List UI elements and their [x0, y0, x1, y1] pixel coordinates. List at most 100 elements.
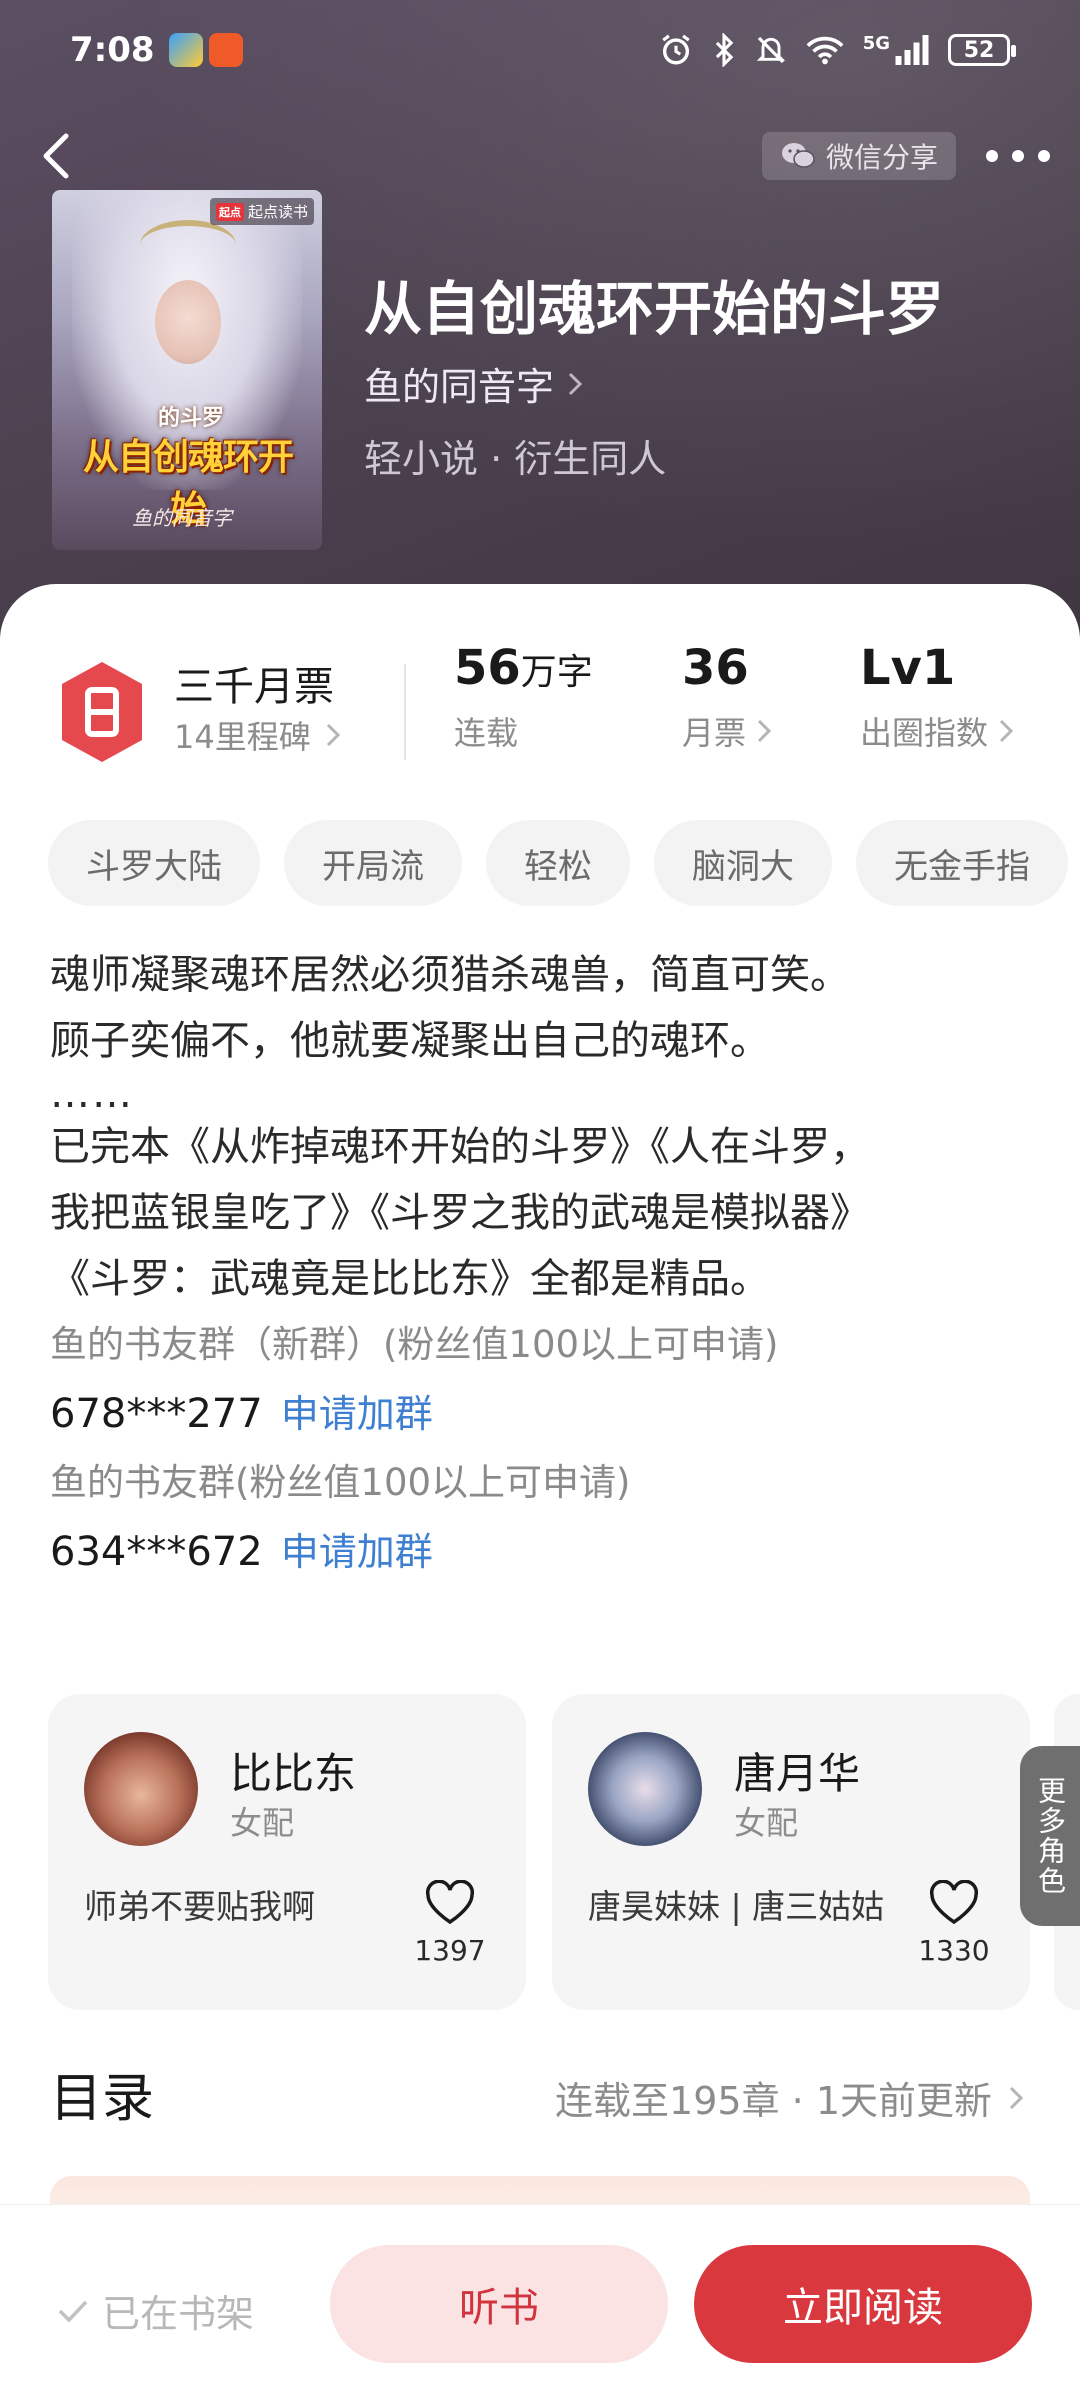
character-name: 唐月华	[734, 1749, 861, 1798]
character-like-count: 1330	[918, 1934, 990, 1967]
intro-line: 《斗罗：武魂竟是比比东》全都是精品。	[50, 1256, 770, 1302]
character-avatar	[588, 1732, 702, 1846]
wechat-icon	[782, 143, 815, 168]
bluetooth-icon	[715, 33, 733, 67]
book-title: 从自创魂环开始的斗罗	[364, 275, 945, 343]
battery-indicator: 52	[948, 34, 1016, 66]
character-like-count: 1397	[414, 1934, 486, 1967]
character-like-button[interactable]: 1330	[914, 1879, 994, 1967]
chevron-right-icon	[999, 719, 1014, 743]
on-shelf-indicator: 已在书架	[56, 2283, 254, 2338]
word-count-label: 连载	[454, 714, 519, 752]
author-link[interactable]: 鱼的同音字	[364, 356, 584, 411]
toc-link[interactable]: 连载至195章 · 1天前更新	[555, 2070, 1024, 2125]
signal-icon	[895, 35, 929, 65]
book-introduction[interactable]: 魂师凝聚魂环居然必须猎杀魂兽，简直可笑。 顾子奕偏不，他就要凝聚出自己的魂环。 …	[50, 942, 1050, 1588]
fan-group-label: 鱼的书友群(粉丝值100以上可申请)	[50, 1461, 631, 1504]
tag-chip[interactable]: 脑洞大	[654, 820, 832, 906]
share-label: 微信分享	[826, 141, 939, 174]
intro-line: ……	[50, 1071, 134, 1117]
character-role: 女配	[734, 1804, 799, 1842]
wechat-share-button[interactable]: 微信分享	[762, 132, 957, 180]
tag-chip[interactable]: 开局流	[284, 820, 462, 906]
nav-row: 微信分享	[0, 118, 1080, 194]
popularity-level-stat[interactable]: Lv1 出圈指数	[860, 640, 1014, 754]
character-description: 唐昊妹妹 | 唐三姑姑	[588, 1887, 885, 1926]
ticket-milestone-title: 三千月票	[174, 664, 334, 710]
character-name: 比比东	[230, 1749, 357, 1798]
popularity-level-value: Lv1	[860, 640, 956, 696]
word-count-unit: 万字	[520, 652, 593, 693]
status-app-icons	[168, 33, 243, 67]
back-button[interactable]	[28, 126, 88, 186]
alarm-icon	[662, 34, 690, 65]
check-icon	[58, 2300, 88, 2323]
word-count-value: 56	[454, 640, 521, 696]
character-role: 女配	[230, 1804, 295, 1842]
fan-group-number: 678***277	[50, 1391, 263, 1437]
battery-level: 52	[963, 37, 995, 63]
listen-button[interactable]: 听书	[330, 2245, 668, 2363]
tag-list: 斗罗大陆 开局流 轻松 脑洞大 无金手指	[48, 820, 1068, 906]
cover-badge-text: 起点读书	[247, 203, 308, 221]
cover-publisher-badge: 起点 起点读书	[209, 198, 314, 225]
character-like-button[interactable]: 1397	[410, 1879, 490, 1967]
status-bar: 7:08 5G 52	[0, 0, 1080, 100]
character-card[interactable]: 比比东 女配 师弟不要贴我啊 1397	[48, 1694, 526, 2010]
fan-group-row: 634***672 申请加群	[50, 1516, 1050, 1588]
read-now-button[interactable]: 立即阅读	[694, 2245, 1032, 2363]
chevron-right-icon	[326, 723, 340, 747]
word-count-stat: 56万字 连载	[454, 640, 593, 754]
fan-group-number: 634***672	[50, 1529, 263, 1575]
chevron-right-icon	[757, 719, 772, 743]
wifi-icon	[806, 36, 844, 65]
stats-divider	[404, 664, 406, 760]
status-time: 7:08	[70, 30, 155, 70]
book-category: 轻小说 · 衍生同人	[364, 437, 667, 481]
join-group-link[interactable]: 申请加群	[281, 1530, 433, 1574]
cover-face	[155, 280, 221, 364]
mute-icon	[756, 36, 785, 64]
more-dot-icon	[1012, 150, 1024, 162]
character-avatar	[84, 1732, 198, 1846]
milestone-link[interactable]: 14里程碑	[174, 712, 341, 758]
shelf-state-label: 已在书架	[102, 2292, 255, 2336]
fan-group-row: 678***277 申请加群	[50, 1378, 1050, 1450]
join-group-link[interactable]: 申请加群	[281, 1392, 433, 1436]
monthly-ticket-label: 月票	[682, 714, 747, 752]
monthly-ticket-value: 36	[682, 640, 749, 696]
app-notification-icon	[168, 33, 203, 67]
book-cover[interactable]: 起点 起点读书 的斗罗 从自创魂环开始 鱼的同音字	[52, 190, 322, 550]
character-description: 师弟不要贴我啊	[84, 1887, 315, 1926]
cover-crown	[140, 220, 236, 270]
app-notification-icon	[208, 33, 243, 67]
character-card[interactable]: 唐月华 女配 唐昊妹妹 | 唐三姑姑 1330	[552, 1694, 1030, 2010]
intro-line: 已完本《从炸掉魂环开始的斗罗》《人在斗罗，	[50, 1124, 870, 1170]
network-type: 5G	[862, 32, 890, 54]
intro-line: 我把蓝银皇吃了》《斗罗之我的武魂是模拟器》	[50, 1190, 870, 1236]
more-roles-button[interactable]: 更多角色	[1020, 1746, 1080, 1926]
author-name: 鱼的同音字	[364, 365, 555, 409]
chevron-left-icon	[43, 133, 69, 179]
monthly-ticket-icon	[62, 662, 142, 762]
fan-group-label: 鱼的书友群（新群）(粉丝值100以上可申请)	[50, 1323, 779, 1366]
intro-line: 顾子奕偏不，他就要凝聚出自己的魂环。	[50, 1018, 770, 1064]
intro-line: 魂师凝聚魂环居然必须猎杀魂兽，简直可笑。	[50, 952, 850, 998]
more-dot-icon	[1038, 150, 1050, 162]
tag-chip[interactable]: 轻松	[486, 820, 630, 906]
chevron-right-icon	[1009, 2086, 1024, 2109]
heart-icon	[425, 1879, 475, 1925]
heart-icon	[929, 1879, 979, 1925]
toc-status-text: 连载至195章 · 1天前更新	[555, 2079, 992, 2123]
tag-chip[interactable]: 斗罗大陆	[48, 820, 260, 906]
toc-title: 目录	[50, 2069, 155, 2129]
tag-chip[interactable]: 无金手指	[856, 820, 1068, 906]
monthly-ticket-stat[interactable]: 36 月票	[682, 640, 772, 754]
chevron-right-icon	[568, 372, 583, 395]
more-dot-icon	[986, 150, 998, 162]
more-options-button[interactable]	[978, 132, 1058, 180]
bottom-action-bar: 已在书架 听书 立即阅读	[0, 2204, 1080, 2400]
stats-row: 三千月票 14里程碑 56万字 连载 36 月票 Lv1 出圈指数	[0, 640, 1080, 770]
milestone-label: 14里程碑	[174, 718, 311, 756]
cover-author: 鱼的同音字	[132, 506, 232, 530]
